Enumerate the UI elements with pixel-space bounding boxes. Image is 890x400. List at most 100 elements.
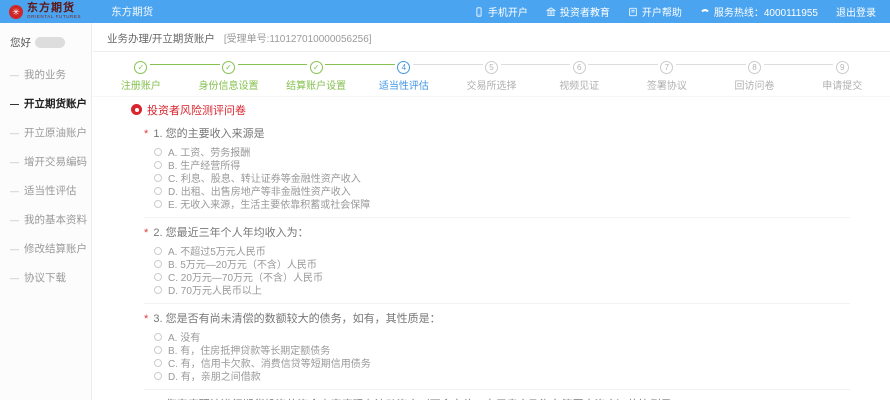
question-2: * 2. 您最近三年个人年均收入为： A. 不超过5万元人民币B. 5万元—20万… (144, 218, 850, 304)
sidebar-item-3[interactable]: —开立原油账户 (0, 118, 91, 147)
option-label: E. 无收入来源，生活主要依靠积蓄或社会保障 (168, 196, 370, 211)
question-title: * 4. 您家庭预计进行期货投资的资金占家庭现有流动资产（不含自住、自用房产及汽… (144, 396, 850, 400)
user-greeting: 您好 (0, 23, 91, 52)
step-number: 6 (573, 61, 586, 74)
brand-name: 东方期货 (27, 3, 81, 14)
step-2[interactable]: ✓身份信息设置 (185, 57, 273, 92)
sidebar-item-label: 我的基本资料 (24, 212, 87, 227)
question-1: * 1. 您的主要收入来源是A. 工资、劳务报酬B. 生产经营所得C. 利息、股… (144, 119, 850, 218)
step-1[interactable]: ✓ 注册账户 (97, 57, 185, 92)
step-3[interactable]: ✓ 结算账户设置 (272, 57, 360, 92)
step-connector (150, 64, 220, 65)
logout-link-label: 退出登录 (836, 4, 876, 19)
sidebar-item-label: 开立期货账户 (24, 96, 87, 111)
option-D[interactable]: D. 70万元人民币以上 (154, 283, 850, 296)
survey-title: 投资者风险测评问卷 (147, 102, 246, 118)
dash-icon: — (10, 215, 19, 225)
radio-icon (154, 260, 162, 268)
question-title: * 2. 您最近三年个人年均收入为： (144, 224, 850, 240)
question-3: * 3. 您是否有尚未清偿的数额较大的债务，如有，其性质是： A. 没有B. 有，… (144, 304, 850, 390)
step-connector (588, 64, 658, 65)
sidebar-item-label: 修改结算账户 (24, 241, 87, 256)
investor-education-link-label: 投资者教育 (560, 4, 610, 19)
step-label: 签署协议 (623, 77, 711, 92)
sidebar-item-7[interactable]: — 修改结算账户 (0, 234, 91, 263)
sidebar-item-8[interactable]: —协议下载 (0, 263, 91, 292)
survey-icon (131, 104, 142, 115)
sidebar-item-6[interactable]: — 我的基本资料 (0, 205, 91, 234)
radio-icon (154, 247, 162, 255)
investor-education-link[interactable]: 投资者教育 (546, 4, 610, 19)
dash-icon: — (10, 157, 19, 167)
option-A[interactable]: A. 工资、劳务报酬 (154, 145, 850, 158)
mobile-icon (474, 7, 484, 17)
dash-icon: — (10, 186, 19, 196)
brand-seal-icon: ✳ (9, 5, 23, 19)
open-account-help-link-label: 开户帮助 (642, 4, 682, 19)
options-list: A. 不超过5万元人民币B. 5万元—20万元（不含）人民币C. 20万元—70… (144, 244, 850, 296)
question-title: * 3. 您是否有尚未清偿的数额较大的债务，如有，其性质是： (144, 310, 850, 326)
dash-icon: — (10, 128, 19, 138)
radio-icon (154, 174, 162, 182)
question-4: * 4. 您家庭预计进行期货投资的资金占家庭现有流动资产（不含自住、自用房产及汽… (144, 390, 850, 400)
service-hotline-label: 服务热线：4000111955 (714, 4, 818, 19)
radio-icon (154, 333, 162, 341)
top-header: ✳ 东方期货 ORIENTAL FUTURES 东方期货 手机开户投资者教育开户… (0, 0, 890, 23)
radio-icon (154, 346, 162, 354)
radio-icon (154, 161, 162, 169)
radio-icon (154, 372, 162, 380)
step-check-icon: ✓ (310, 61, 323, 74)
radio-icon (154, 286, 162, 294)
question-text: 3. 您是否有尚未清偿的数额较大的债务，如有，其性质是： (150, 313, 440, 325)
sidebar-item-label: 我的业务 (24, 67, 66, 82)
option-D[interactable]: D. 有，亲朋之间借款 (154, 369, 850, 382)
main-content: 业务办理/开立期货账户 [受理单号:110127010000056256] ✓注… (93, 23, 890, 400)
step-check-icon: ✓ (134, 61, 147, 74)
sidebar: 您好 —我的业务—开立期货账户—开立原油账户—增开交易编码—适当性评估—我的基本… (0, 23, 92, 400)
risk-survey: 投资者风险测评问卷 * 1. 您的主要收入来源是A. 工资、劳务报酬B. 生产经… (93, 97, 890, 400)
option-E[interactable]: E. 无收入来源，生活主要依靠积蓄或社会保障 (154, 197, 850, 210)
step-label: 结算账户设置 (272, 77, 360, 92)
step-6[interactable]: 6 视频见证 (535, 57, 623, 92)
options-list: A. 工资、劳务报酬B. 生产经营所得C. 利息、股息、转让证券等金融性资产收入… (144, 145, 850, 210)
header-links: 手机开户 投资者教育 开户帮助 服务热线：4000111955 退出登录 (474, 4, 890, 19)
sidebar-item-5[interactable]: —适当性评估 (0, 176, 91, 205)
step-4[interactable]: 4适当性评估 (360, 57, 448, 92)
user-name-redacted (35, 37, 65, 48)
mobile-open-account-link[interactable]: 手机开户 (474, 4, 528, 19)
dash-icon: — (10, 273, 19, 283)
option-label: D. 70万元人民币以上 (168, 282, 262, 297)
hotline-icon (700, 7, 710, 17)
dash-icon: — (10, 70, 19, 80)
step-8[interactable]: 8回访问卷 (711, 57, 799, 92)
step-connector (238, 64, 308, 65)
service-hotline[interactable]: 服务热线：4000111955 (700, 4, 818, 19)
question-list: * 1. 您的主要收入来源是A. 工资、劳务报酬B. 生产经营所得C. 利息、股… (144, 119, 850, 400)
dash-icon: — (10, 99, 19, 109)
required-asterisk: * (144, 313, 148, 325)
step-label: 适当性评估 (360, 77, 448, 92)
nav-item-dongfang-qihuo[interactable]: 东方期货 (111, 4, 153, 19)
wizard-stepper: ✓ 注册账户✓身份信息设置 ✓ 结算账户设置4适当性评估5交易所选择 6 视频见证7签署协… (93, 52, 890, 97)
step-number: 5 (485, 61, 498, 74)
dash-icon: — (10, 244, 19, 254)
step-connector (413, 64, 483, 65)
step-5[interactable]: 5交易所选择 (448, 57, 536, 92)
required-asterisk: * (144, 128, 148, 140)
question-text: 2. 您最近三年个人年均收入为： (150, 227, 308, 239)
receipt-number: [受理单号:110127010000056256] (224, 34, 372, 45)
options-list: A. 没有B. 有，住房抵押贷款等长期定额债务C. 有，信用卡欠款、消费信贷等短… (144, 330, 850, 382)
sidebar-item-2[interactable]: — 开立期货账户 (0, 89, 91, 118)
logout-link[interactable]: 退出登录 (836, 4, 876, 19)
step-7[interactable]: 7签署协议 (623, 57, 711, 92)
radio-icon (154, 273, 162, 281)
sidebar-item-4[interactable]: —增开交易编码 (0, 147, 91, 176)
step-label: 注册账户 (97, 77, 185, 92)
step-9[interactable]: 9申请提交 (798, 57, 886, 92)
sidebar-item-1[interactable]: — 我的业务 (0, 60, 91, 89)
greeting-label: 您好 (10, 35, 31, 50)
step-label: 视频见证 (535, 77, 623, 92)
radio-icon (154, 187, 162, 195)
survey-title-row: 投资者风险测评问卷 (131, 102, 890, 117)
open-account-help-link[interactable]: 开户帮助 (628, 4, 682, 19)
